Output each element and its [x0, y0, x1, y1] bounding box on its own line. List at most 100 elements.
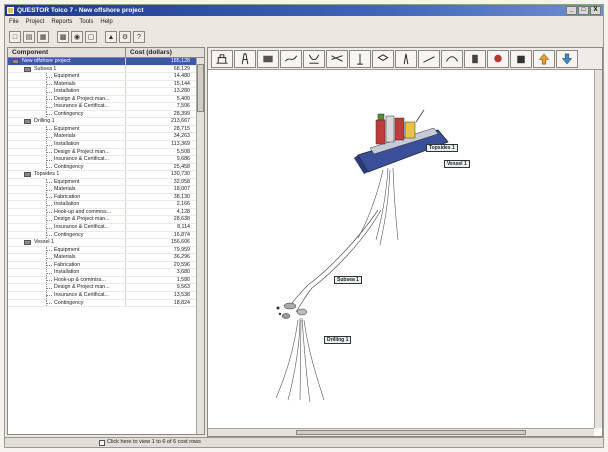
tree-row-cost-item[interactable]: Fabrication 20,596: [8, 261, 204, 270]
tree-row-label: Contingency: [54, 110, 84, 117]
menu-tools[interactable]: Tools: [79, 17, 93, 27]
tree-row-cost-item[interactable]: Installation 13,280: [8, 88, 204, 96]
palette-button-arrow-down[interactable]: [556, 50, 578, 68]
palette-button-riser[interactable]: [303, 50, 325, 68]
maximize-button[interactable]: □: [578, 6, 589, 15]
canvas-scroll-thumb[interactable]: [296, 430, 526, 435]
tree-branch-tick: [46, 227, 52, 229]
column-header-cost[interactable]: Cost (dollars): [126, 48, 204, 57]
tree-row-cost-item[interactable]: Contingency 18,824: [8, 299, 204, 308]
menu-bar: File Project Reports Tools Help: [5, 17, 113, 27]
tree-row-component[interactable]: Topsides 1 130,730: [8, 171, 204, 179]
tree-branch-tick: [46, 250, 52, 252]
tree-row-cost: 213,667: [170, 118, 190, 125]
palette-button-umbilical[interactable]: [441, 50, 463, 68]
menu-help[interactable]: Help: [100, 17, 112, 27]
open-file-button[interactable]: ▤: [23, 31, 35, 43]
palette-button-riser-bundle[interactable]: [326, 50, 348, 68]
tree-vertical-scrollbar[interactable]: [196, 58, 204, 434]
tree-row-label: Installation: [54, 269, 80, 276]
tree-row-cost-item[interactable]: Installation 113,369: [8, 141, 204, 149]
tree-row-label: Insurance & Certificat...: [54, 224, 110, 231]
tree-branch-tick: [46, 99, 52, 101]
palette-button-buoy[interactable]: [464, 50, 486, 68]
tree-row-cost-item[interactable]: Hook-up and commiss... 4,128: [8, 208, 204, 217]
canvas-vertical-scrollbar[interactable]: [594, 70, 602, 428]
column-header-component[interactable]: Component: [8, 48, 126, 57]
palette-button-template[interactable]: [372, 50, 394, 68]
tree-row-cost-item[interactable]: Design & Project man... 5,400: [8, 95, 204, 104]
tree-row-name: Installation: [8, 201, 126, 208]
tree-row-cost-item[interactable]: Contingency 25,458: [8, 163, 204, 172]
palette-button-topsides[interactable]: [257, 50, 279, 68]
tree-scroll-thumb[interactable]: [197, 64, 204, 112]
tree-row-cost-item[interactable]: Equipment 79,959: [8, 246, 204, 255]
palette-button-turret[interactable]: [510, 50, 532, 68]
tree-row-project[interactable]: New offshore project 185,128: [8, 58, 204, 66]
palette-button-pipeline[interactable]: [280, 50, 302, 68]
save-file-button[interactable]: ▦: [37, 31, 49, 43]
tree-row-name: Fabrication: [8, 261, 126, 269]
tree-row-cost-item[interactable]: Materials 36,296: [8, 254, 204, 262]
subsea-template-graphic[interactable]: [276, 302, 308, 319]
settings-button[interactable]: ⚙: [119, 31, 131, 43]
close-button[interactable]: X: [590, 6, 601, 15]
palette-button-rig[interactable]: [487, 50, 509, 68]
tree-row-cost-item[interactable]: Contingency 28,399: [8, 110, 204, 119]
menu-file[interactable]: File: [9, 17, 19, 27]
tree-row-cost-item[interactable]: Hook-up & commiss... 1,580: [8, 276, 204, 285]
palette-button-tower[interactable]: [395, 50, 417, 68]
report-button[interactable]: ▢: [85, 31, 97, 43]
canvas-horizontal-scrollbar[interactable]: [208, 428, 594, 436]
tree-row-cost-item[interactable]: Insurance & Certificat... 7,506: [8, 103, 204, 111]
palette-button-platform[interactable]: [211, 50, 233, 68]
field-layout-drawing: [275, 109, 449, 403]
topsides-label[interactable]: Topsides 1: [426, 144, 458, 152]
tree-row-cost-item[interactable]: Insurance & Certificat... 8,114: [8, 224, 204, 232]
menu-project[interactable]: Project: [26, 17, 45, 27]
tree-row-cost-item[interactable]: Contingency 16,874: [8, 231, 204, 240]
chart-button[interactable]: ▲: [105, 31, 117, 43]
tree-row-component[interactable]: Vessel 1 156,606: [8, 239, 204, 247]
help-button[interactable]: ?: [133, 31, 145, 43]
tree-row-cost-item[interactable]: Installation 3,680: [8, 269, 204, 277]
project-icon: [12, 59, 19, 64]
print-button[interactable]: ▩: [57, 31, 69, 43]
tree-row-cost: 18,824: [173, 299, 190, 306]
preview-button[interactable]: ◉: [71, 31, 83, 43]
tree-row-cost-item[interactable]: Equipment 14,480: [8, 73, 204, 81]
palette-button-flowline[interactable]: [418, 50, 440, 68]
tree-row-label: Insurance & Certificat...: [54, 156, 110, 163]
new-file-button[interactable]: □: [9, 31, 21, 43]
tree-row-cost-item[interactable]: Materials 34,263: [8, 133, 204, 142]
tree-row-cost-item[interactable]: Insurance & Certificat... 13,538: [8, 291, 204, 300]
status-hint: Click here to view 1 to 6 of 6 cost rows: [107, 439, 201, 445]
tree-row-cost: 130,730: [170, 171, 190, 178]
tree-row-cost-item[interactable]: Fabrication 38,130: [8, 193, 204, 202]
minimize-button[interactable]: _: [566, 6, 577, 15]
main-toolbar: □ ▤ ▦ ▩ ◉ ▢ ▲ ⚙ ?: [5, 29, 145, 45]
field-layout-canvas[interactable]: Topsides 1 Vessel 1 Subsea 1 Drilling 1: [208, 70, 594, 428]
tree-row-cost-item[interactable]: Installation 2,166: [8, 201, 204, 209]
subsea-label[interactable]: Subsea 1: [334, 276, 362, 284]
tree-row-cost-item[interactable]: Materials 15,144: [8, 80, 204, 89]
jacket-icon: [241, 53, 249, 65]
tree-row-cost-item[interactable]: Materials 18,007: [8, 186, 204, 194]
tree-row-cost: 3,680: [176, 269, 190, 276]
tree-row-cost: 38,130: [173, 193, 190, 200]
tree-row-cost-item[interactable]: Design & Project man... 28,638: [8, 216, 204, 225]
tree-row-cost-item[interactable]: Insurance & Certificat... 9,686: [8, 156, 204, 164]
palette-button-arrow-up[interactable]: [533, 50, 555, 68]
menu-reports[interactable]: Reports: [51, 17, 72, 27]
tree-row-component[interactable]: Subsea 1 68,129: [8, 65, 204, 74]
tree-row-component[interactable]: Drilling 1 213,667: [8, 118, 204, 126]
vessel-label[interactable]: Vessel 1: [444, 160, 470, 168]
palette-button-well[interactable]: [349, 50, 371, 68]
tree-row-name: Insurance & Certificat...: [8, 291, 126, 299]
drilling-label[interactable]: Drilling 1: [324, 336, 352, 344]
tree-row-cost-item[interactable]: Equipment 28,715: [8, 125, 204, 134]
tree-row-cost-item[interactable]: Design & Project man... 5,508: [8, 148, 204, 157]
palette-button-jacket[interactable]: [234, 50, 256, 68]
tree-row-cost-item[interactable]: Design & Project man... 9,563: [8, 284, 204, 292]
tree-row-cost-item[interactable]: Equipment 32,058: [8, 178, 204, 187]
